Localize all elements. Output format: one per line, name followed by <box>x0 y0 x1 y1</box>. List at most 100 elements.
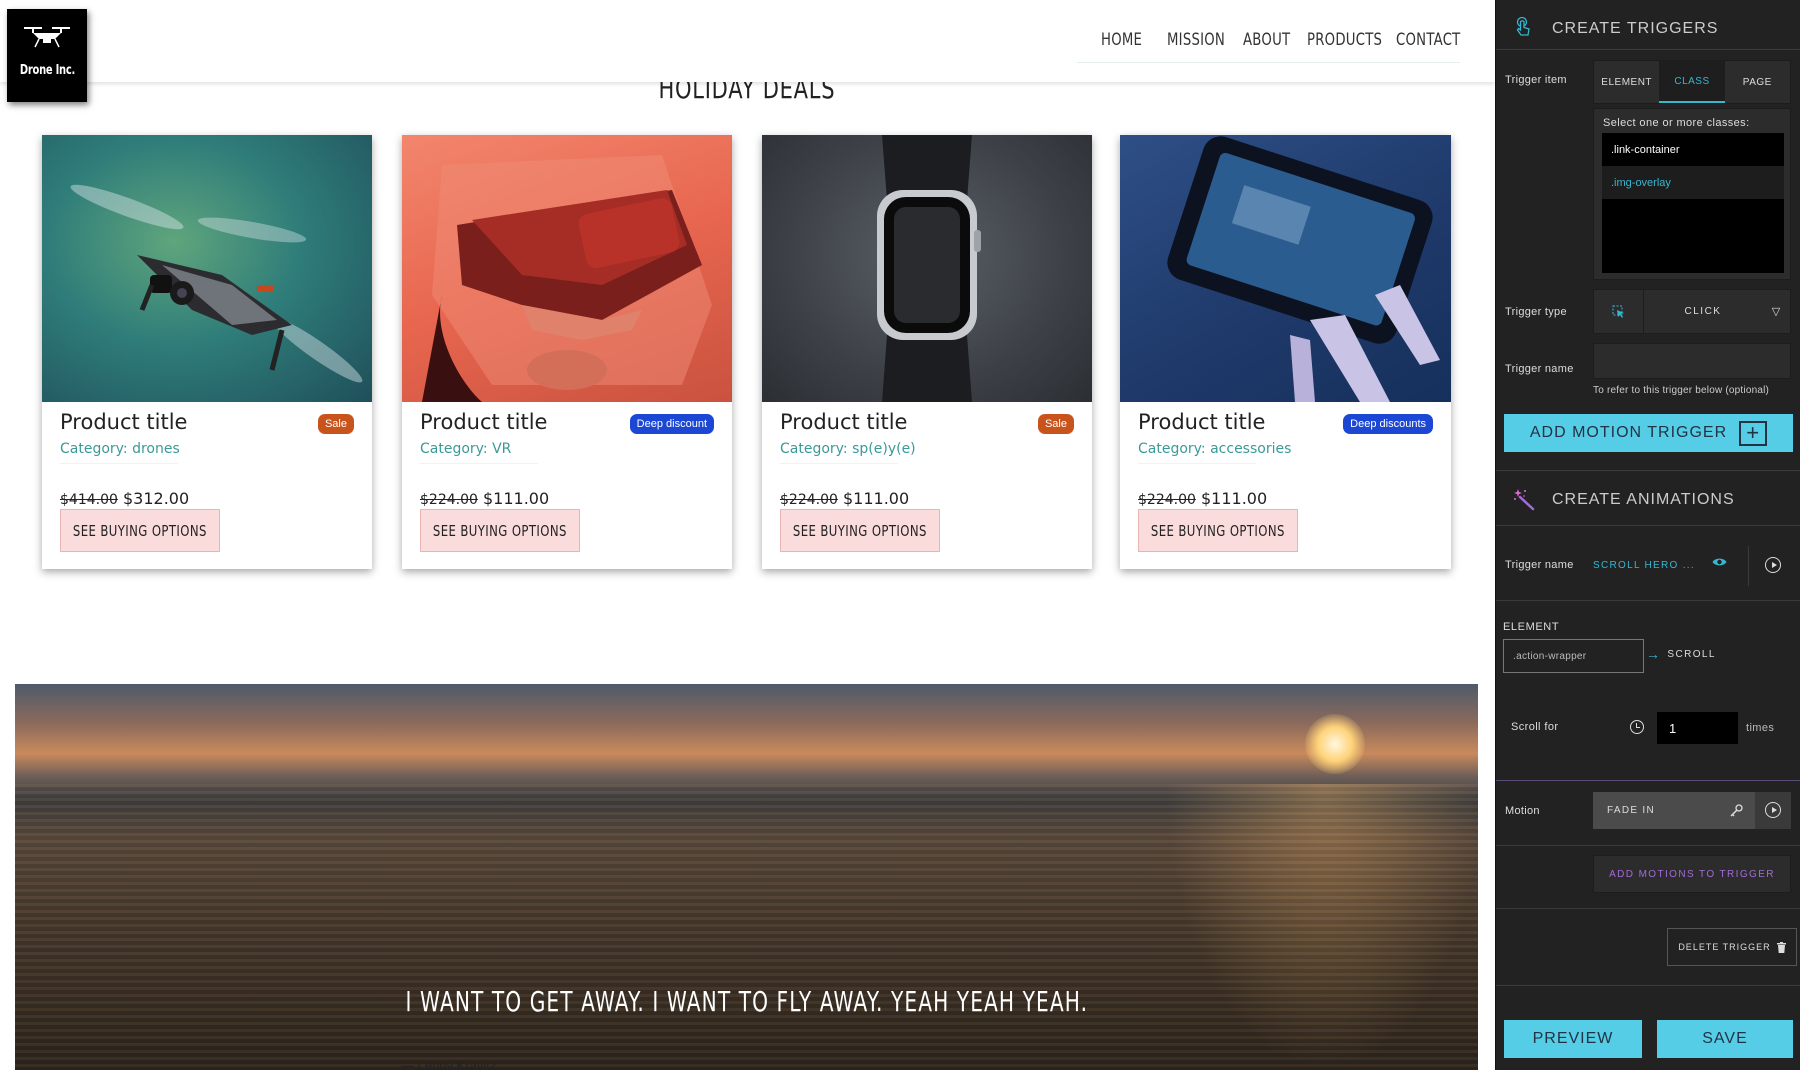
trigger-item-tabs: ELEMENT CLASS PAGE <box>1593 60 1791 104</box>
product-price: $224.00 $111.00 <box>780 489 909 508</box>
discount-badge: Deep discount <box>629 414 714 434</box>
current-price: $111.00 <box>483 489 550 508</box>
logo[interactable]: Drone Inc. <box>7 9 87 102</box>
product-card[interactable]: Product title Sale Category: sp(e)y(e) $… <box>762 135 1092 569</box>
see-buying-options-button[interactable]: SEE BUYING OPTIONS <box>60 509 220 552</box>
class-selector: Select one or more classes: .link-contai… <box>1593 108 1791 280</box>
product-card[interactable]: Product title Sale Category: drones $414… <box>42 135 372 569</box>
product-price: $224.00 $111.00 <box>420 489 549 508</box>
settings-key-icon[interactable] <box>1729 804 1743 818</box>
product-title[interactable]: Product title <box>420 410 547 434</box>
arrow-right-icon: → <box>1646 646 1662 662</box>
trigger-name-label: Trigger name <box>1505 363 1574 375</box>
delete-trigger-label: DELETE TRIGGER <box>1678 942 1771 952</box>
nav-links: HOME MISSION ABOUT PRODUCTS CONTACT <box>1077 30 1460 63</box>
animations-title: CREATE ANIMATIONS <box>1552 491 1735 508</box>
preview-button[interactable]: PREVIEW <box>1504 1020 1642 1058</box>
button-label: SEE BUYING OPTIONS <box>1151 521 1285 540</box>
button-label: SEE BUYING OPTIONS <box>73 521 207 540</box>
sale-badge: Sale <box>1037 414 1074 434</box>
class-list[interactable]: .link-container .img-overlay <box>1602 133 1784 273</box>
website-preview: HOME MISSION ABOUT PRODUCTS CONTACT Dron… <box>0 0 1495 1070</box>
see-buying-options-button[interactable]: SEE BUYING OPTIONS <box>780 509 940 552</box>
old-price: $414.00 <box>60 492 118 508</box>
element-label: ELEMENT <box>1503 621 1560 633</box>
logo-text: Drone Inc. <box>19 63 75 78</box>
current-price: $111.00 <box>1201 489 1268 508</box>
tap-hand-icon <box>1516 16 1530 36</box>
tab-class[interactable]: CLASS <box>1659 61 1725 103</box>
product-category: Category: sp(e)y(e) <box>780 441 916 464</box>
drone-photo[interactable] <box>42 135 372 402</box>
anim-trigger-name-label: Trigger name <box>1505 559 1574 571</box>
trigger-name-input[interactable] <box>1593 343 1791 379</box>
discount-badge: Deep discounts <box>1343 414 1433 434</box>
trigger-item-label: Trigger item <box>1505 74 1567 86</box>
nav-about[interactable]: ABOUT <box>1243 30 1298 50</box>
triggers-header: CREATE TRIGGERS <box>1496 4 1800 54</box>
add-motion-trigger-button[interactable]: ADD MOTION TRIGGER + <box>1504 414 1793 452</box>
save-button[interactable]: SAVE <box>1657 1020 1793 1058</box>
product-title[interactable]: Product title <box>60 410 187 434</box>
triggers-title: CREATE TRIGGERS <box>1552 20 1719 37</box>
trigger-type-value[interactable]: CLICK <box>1644 290 1762 333</box>
play-trigger-icon[interactable] <box>1765 557 1781 573</box>
button-label: SEE BUYING OPTIONS <box>433 521 567 540</box>
current-price: $312.00 <box>123 489 190 508</box>
add-motion-trigger-label: ADD MOTION TRIGGER <box>1529 424 1728 441</box>
hero-quote: I WANT TO GET AWAY. I WANT TO FLY AWAY. … <box>405 985 1089 1018</box>
product-title[interactable]: Product title <box>1138 410 1265 434</box>
nav-products[interactable]: PRODUCTS <box>1307 30 1382 50</box>
element-action-value: SCROLL <box>1667 648 1716 660</box>
motion-play-area <box>1755 792 1791 829</box>
old-price: $224.00 <box>1138 492 1196 508</box>
product-card[interactable]: Product title Deep discounts Category: a… <box>1120 135 1451 569</box>
product-card[interactable]: Product title Deep discount Category: VR… <box>402 135 732 569</box>
sale-badge: Sale <box>317 414 354 434</box>
add-motions-to-trigger-button[interactable]: ADD MOTIONS TO TRIGGER <box>1593 855 1791 893</box>
motion-value: FADE IN <box>1607 805 1655 816</box>
delete-trigger-button[interactable]: DELETE TRIGGER <box>1667 928 1797 966</box>
controller-photo[interactable] <box>1120 135 1451 402</box>
scroll-for-label: Scroll for <box>1511 721 1559 733</box>
times-unit-label: times <box>1746 722 1775 734</box>
animations-header: CREATE ANIMATIONS <box>1496 475 1800 525</box>
quote-author: — Lenny Kravitz <box>401 1058 497 1070</box>
plus-icon: + <box>1739 420 1768 446</box>
see-buying-options-button[interactable]: SEE BUYING OPTIONS <box>1138 509 1298 552</box>
nav-home[interactable]: HOME <box>1101 30 1157 50</box>
motion-select[interactable]: FADE IN <box>1593 792 1755 829</box>
product-title[interactable]: Product title <box>780 410 907 434</box>
sun <box>1305 714 1365 774</box>
see-buying-options-button[interactable]: SEE BUYING OPTIONS <box>420 509 580 552</box>
trigger-type-select[interactable]: CLICK ▽ <box>1593 289 1791 334</box>
dropdown-arrow-icon[interactable]: ▽ <box>1762 290 1790 333</box>
trash-icon <box>1776 941 1786 953</box>
nav-mission[interactable]: MISSION <box>1167 30 1231 50</box>
button-label: SEE BUYING OPTIONS <box>793 521 927 540</box>
trigger-type-label: Trigger type <box>1505 306 1567 318</box>
product-category: Category: accessories <box>1138 441 1291 464</box>
motion-label: Motion <box>1505 805 1540 817</box>
smartwatch-photo[interactable] <box>762 135 1092 402</box>
tab-element[interactable]: ELEMENT <box>1594 61 1659 103</box>
play-motion-icon[interactable] <box>1765 802 1781 818</box>
class-option[interactable]: .link-container <box>1602 133 1784 166</box>
scroll-times-input[interactable] <box>1657 712 1738 744</box>
magic-wand-icon <box>1514 489 1535 511</box>
vr-headset-photo[interactable] <box>402 135 732 402</box>
element-input[interactable]: .action-wrapper <box>1503 639 1644 673</box>
tab-page[interactable]: PAGE <box>1725 61 1790 103</box>
class-hint: Select one or more classes: <box>1603 117 1750 129</box>
editor-panel: CREATE TRIGGERS Trigger item ELEMENT CLA… <box>1495 0 1800 1070</box>
nav-contact[interactable]: CONTACT <box>1396 30 1460 50</box>
cursor-click-icon <box>1594 290 1644 333</box>
class-option-selected[interactable]: .img-overlay <box>1602 166 1784 199</box>
product-category: Category: VR <box>420 441 538 464</box>
eye-icon[interactable] <box>1712 557 1727 567</box>
navbar: HOME MISSION ABOUT PRODUCTS CONTACT <box>0 0 1495 82</box>
current-price: $111.00 <box>843 489 910 508</box>
old-price: $224.00 <box>780 492 838 508</box>
drone-logo-icon <box>24 27 70 48</box>
product-price: $414.00 $312.00 <box>60 489 189 508</box>
